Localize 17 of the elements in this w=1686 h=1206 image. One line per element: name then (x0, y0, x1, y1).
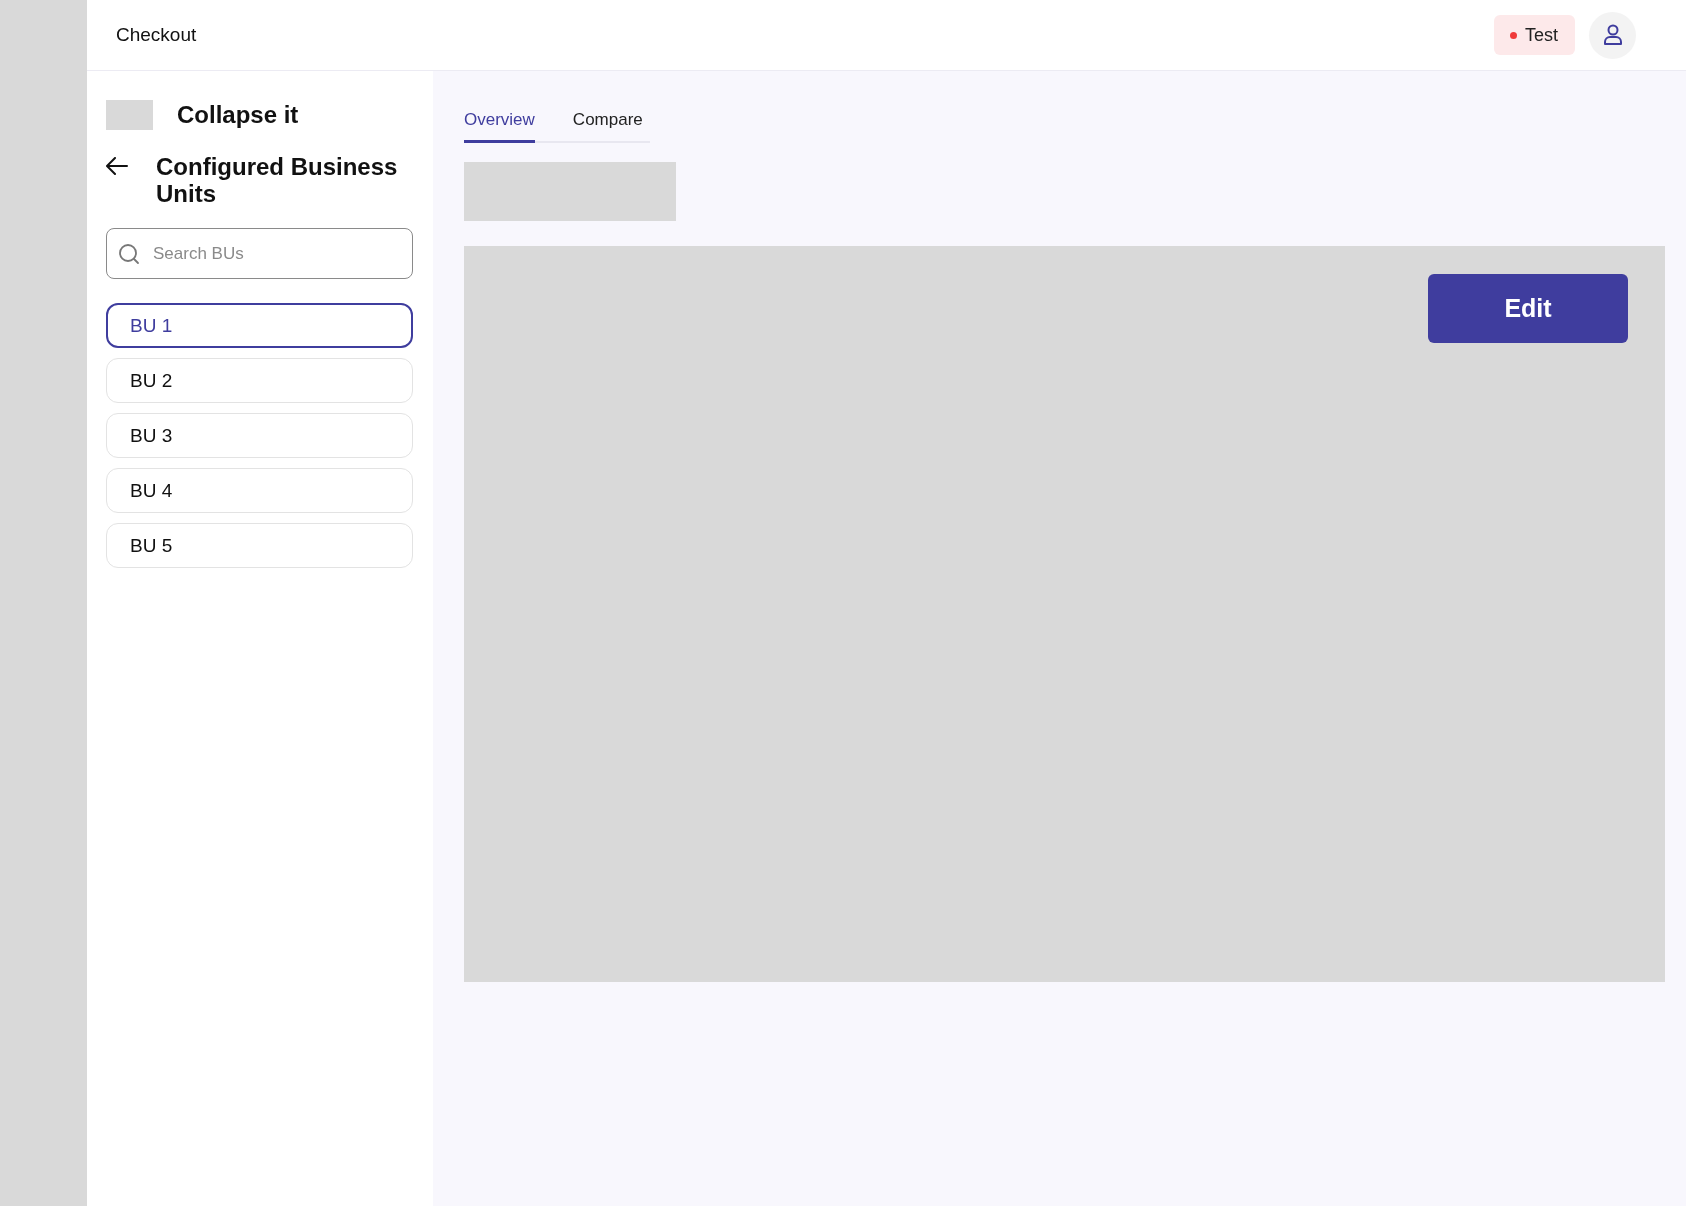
collapse-label[interactable]: Collapse it (177, 101, 299, 129)
business-unit-item[interactable]: BU 1 (106, 303, 413, 348)
placeholder-block (106, 100, 153, 130)
business-unit-item[interactable]: BU 4 (106, 468, 413, 513)
edit-button[interactable]: Edit (1428, 274, 1628, 343)
page-title: Checkout (116, 24, 197, 46)
user-icon (1602, 24, 1623, 46)
user-avatar-button[interactable] (1589, 11, 1636, 59)
section-heading: Configured Business Units (156, 153, 399, 207)
business-unit-item[interactable]: BU 3 (106, 413, 413, 458)
business-unit-item[interactable]: BU 5 (106, 523, 413, 568)
tab[interactable]: Compare (572, 102, 643, 143)
business-unit-item[interactable]: BU 2 (106, 358, 413, 403)
back-arrow-icon[interactable] (106, 157, 128, 175)
tab[interactable]: Overview (464, 102, 535, 143)
environment-label: Test (1525, 24, 1558, 46)
search-field[interactable]: Search BUs (106, 228, 413, 279)
